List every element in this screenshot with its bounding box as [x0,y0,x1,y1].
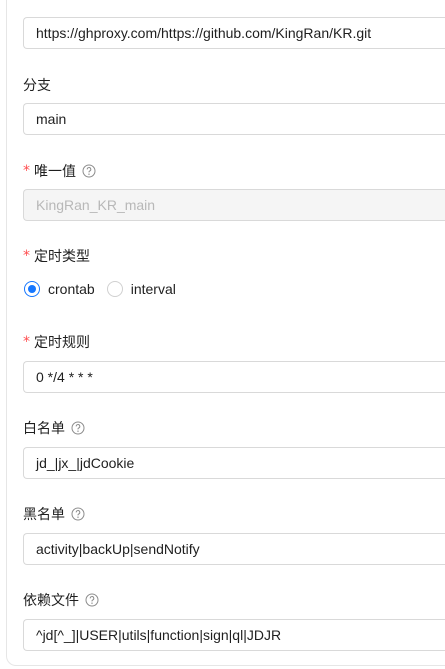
required-mark: * [23,334,30,350]
whitelist-label: 白名单 [23,418,85,438]
form-panel: https://ghproxy.com/https://github.com/K… [6,0,445,666]
dependency-files-label-text: 依赖文件 [23,592,79,608]
whitelist-label-text: 白名单 [23,420,65,436]
schedule-type-label-text: 定时类型 [34,248,90,264]
blacklist-label: 黑名单 [23,504,85,524]
radio-crontab-circle[interactable] [24,281,40,297]
unique-value-label: * 唯一值 [23,161,96,181]
radio-interval-label: interval [130,281,176,297]
branch-label: 分支 [23,75,51,95]
question-circle-icon[interactable] [71,507,85,521]
schedule-rule-label-text: 定时规则 [34,334,90,350]
required-mark: * [23,163,30,179]
required-mark: * [23,248,30,264]
whitelist-input[interactable]: jd_|jx_|jdCookie [23,447,445,479]
schedule-type-radio-group: crontab interval [24,281,188,297]
question-circle-icon[interactable] [82,164,96,178]
unique-value-label-text: 唯一值 [34,163,76,179]
unique-value-input: KingRan_KR_main [23,189,445,221]
question-circle-icon[interactable] [85,593,99,607]
schedule-type-label: * 定时类型 [23,246,90,266]
branch-input[interactable]: main [23,103,445,135]
blacklist-input[interactable]: activity|backUp|sendNotify [23,533,445,565]
branch-label-text: 分支 [23,77,51,93]
blacklist-label-text: 黑名单 [23,506,65,522]
radio-interval-circle[interactable] [106,281,123,297]
repo-url-input[interactable]: https://ghproxy.com/https://github.com/K… [23,17,445,49]
radio-crontab[interactable]: crontab [24,281,95,297]
dependency-files-input[interactable]: ^jd[^_]|USER|utils|function|sign|ql|JDJR [23,619,445,651]
schedule-rule-input[interactable]: 0 */4 * * * [23,361,445,393]
question-circle-icon[interactable] [71,421,85,435]
radio-crontab-label: crontab [48,281,95,297]
radio-interval[interactable]: interval [106,281,176,297]
schedule-rule-label: * 定时规则 [23,332,90,352]
dependency-files-label: 依赖文件 [23,590,99,610]
